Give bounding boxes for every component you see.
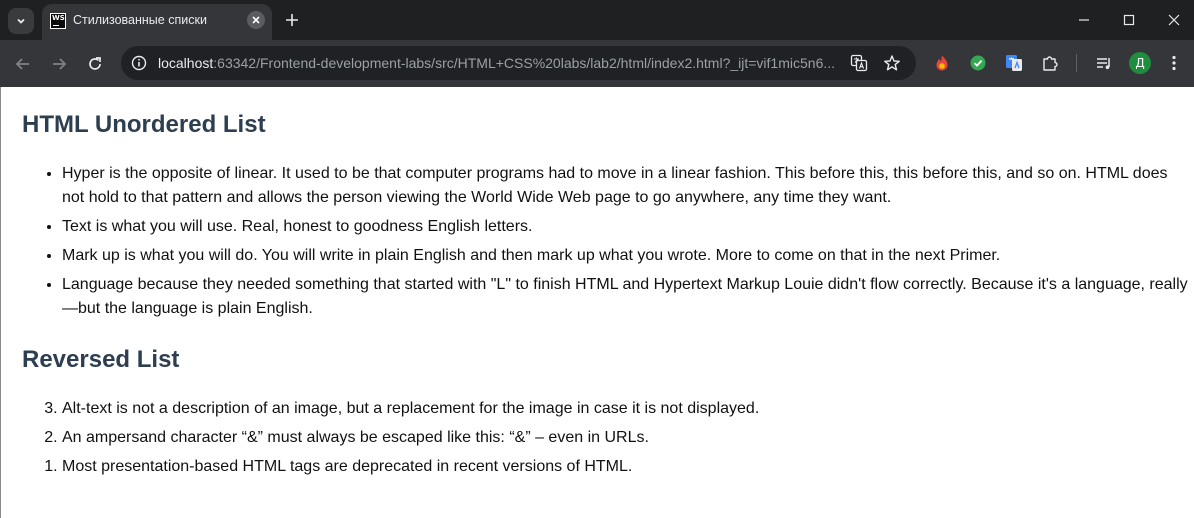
reload-button[interactable]: [83, 52, 107, 76]
extension-google-translate[interactable]: [1004, 53, 1024, 73]
extension-check[interactable]: [968, 53, 988, 73]
google-translate-icon: [1006, 55, 1022, 71]
forward-button[interactable]: [47, 52, 71, 76]
url-host: localhost: [158, 55, 214, 71]
translate-button[interactable]: [849, 53, 869, 73]
list-item: An ampersand character “&” must always b…: [62, 426, 1192, 450]
list-item: Language because they needed something t…: [62, 273, 1192, 321]
check-circle-icon: [970, 55, 986, 71]
puzzle-icon: [1043, 56, 1058, 71]
bookmark-button[interactable]: [882, 53, 902, 73]
kebab-menu-icon: [1172, 55, 1176, 71]
new-tab-button[interactable]: [282, 10, 302, 30]
minimize-button[interactable]: [1061, 4, 1107, 36]
heading-reversed-list: Reversed List: [22, 346, 180, 373]
unordered-list: Hyper is the opposite of linear. It used…: [22, 162, 1192, 326]
heading-unordered-list: HTML Unordered List: [22, 111, 266, 138]
browser-menu-button[interactable]: [1164, 53, 1184, 73]
tab-search-button[interactable]: [8, 8, 34, 34]
close-icon: [252, 16, 260, 24]
chevron-down-icon: [17, 18, 25, 24]
close-icon: [1168, 14, 1180, 26]
list-item: Text is what you will use. Real, honest …: [62, 215, 1192, 239]
playlist-icon: [1097, 58, 1110, 69]
star-icon: [884, 55, 900, 71]
tab-title: Стилизованные списки: [73, 13, 207, 27]
browser-toolbar: localhost:63342/Frontend-development-lab…: [0, 40, 1194, 87]
plus-icon: [286, 14, 298, 26]
reload-icon: [89, 57, 101, 70]
favicon-text: WS: [52, 14, 65, 22]
translate-icon: [850, 54, 868, 72]
site-info-button[interactable]: [129, 53, 149, 73]
tab-close-button[interactable]: [247, 11, 265, 29]
url-text[interactable]: localhost:63342/Frontend-development-lab…: [158, 55, 835, 71]
arrow-left-icon: [15, 58, 29, 70]
maximize-icon: [1123, 14, 1135, 26]
profile-avatar[interactable]: Д: [1129, 52, 1151, 74]
maximize-button[interactable]: [1106, 4, 1152, 36]
toolbar-divider: [1076, 54, 1077, 72]
flame-icon: [936, 55, 948, 71]
arrow-right-icon: [53, 58, 67, 70]
extensions-button[interactable]: [1040, 53, 1060, 73]
extension-flame[interactable]: [932, 53, 952, 73]
list-item: Hyper is the opposite of linear. It used…: [62, 162, 1192, 210]
webstorm-icon: WS: [50, 13, 66, 29]
address-bar[interactable]: localhost:63342/Frontend-development-lab…: [121, 46, 916, 80]
url-path: :63342/Frontend-development-labs/src/HTM…: [213, 55, 836, 71]
page-content: HTML Unordered List Hyper is the opposit…: [0, 87, 1194, 518]
tab-strip: WS Стилизованные списки: [0, 0, 1194, 40]
reversed-list: Alt-text is not a description of an imag…: [22, 397, 1192, 484]
minimize-icon: [1079, 19, 1089, 21]
list-item: Alt-text is not a description of an imag…: [62, 397, 1192, 421]
info-icon: [131, 55, 147, 71]
list-item: Most presentation-based HTML tags are de…: [62, 455, 1192, 479]
active-tab[interactable]: WS Стилизованные списки: [42, 4, 272, 40]
close-window-button[interactable]: [1151, 4, 1194, 36]
list-item: Mark up is what you will do. You will wr…: [62, 244, 1192, 268]
media-control-button[interactable]: [1094, 53, 1114, 73]
back-button[interactable]: [11, 52, 35, 76]
